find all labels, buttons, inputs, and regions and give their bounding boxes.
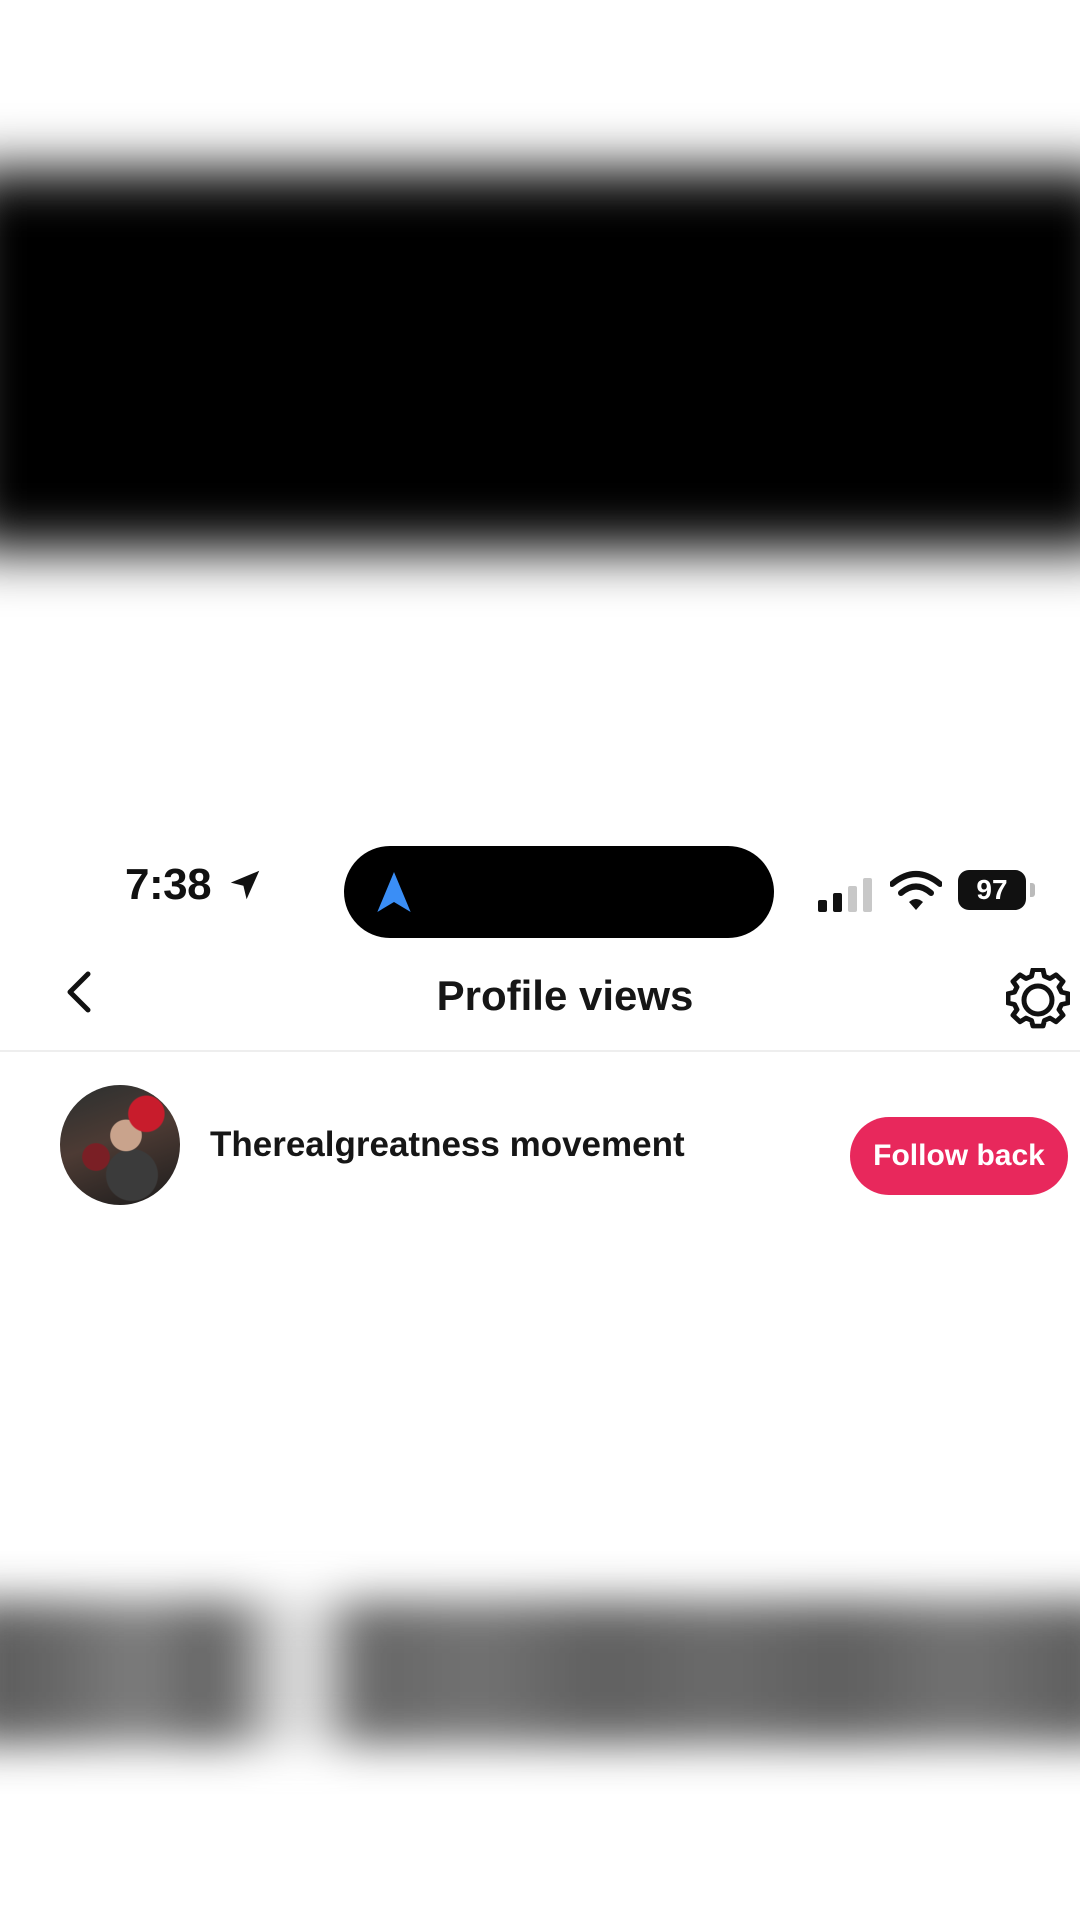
status-bar: 7:38 97	[0, 820, 1080, 938]
viewer-list-item[interactable]: Therealgreatness movement Follow back	[0, 1070, 1080, 1220]
avatar[interactable]	[60, 1085, 180, 1205]
gear-icon[interactable]	[1006, 968, 1070, 1032]
top-navigation-bar: Profile views	[0, 940, 1080, 1052]
navigation-arrow-icon	[377, 872, 411, 912]
blurred-bottom-band	[0, 1600, 1080, 1745]
status-time: 7:38	[125, 860, 212, 909]
follow-back-button[interactable]: Follow back	[850, 1117, 1068, 1195]
battery-tip	[1030, 883, 1035, 897]
battery-icon: 97	[958, 870, 1036, 910]
location-arrow-icon	[230, 870, 260, 900]
app-screen: 7:38 97 Profile views Therealgreatness m…	[0, 0, 1080, 1920]
dynamic-island	[344, 846, 774, 938]
cellular-signal-icon	[818, 878, 872, 912]
viewer-name[interactable]: Therealgreatness movement	[210, 1125, 685, 1165]
page-title: Profile views	[436, 972, 694, 1019]
blurred-top-band	[0, 170, 1080, 550]
battery-level: 97	[958, 870, 1026, 910]
wifi-icon	[890, 871, 942, 910]
